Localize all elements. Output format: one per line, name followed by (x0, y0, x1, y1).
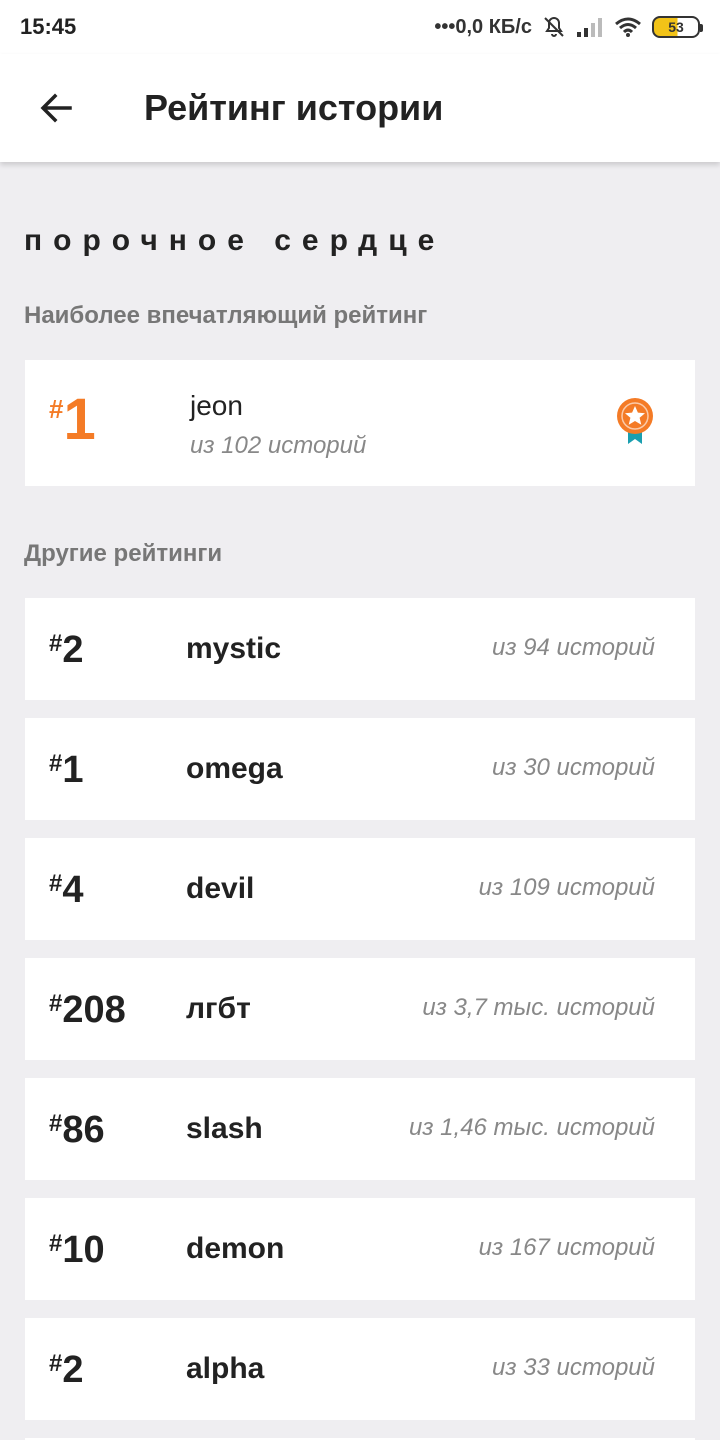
rating-tag: лгбт (186, 992, 251, 1025)
rating-tag: mystic (186, 632, 282, 665)
rank: #4 (49, 868, 84, 912)
rank: #86 (49, 1108, 105, 1152)
rating-tag: demon (186, 1232, 285, 1265)
status-time: 15:45 (20, 14, 77, 39)
rank-hash: # (49, 1230, 63, 1257)
rating-count: из 33 историй (492, 1354, 655, 1381)
top-rating-label: Наиболее впечатляющий рейтинг (24, 302, 428, 329)
signal-icon (576, 16, 604, 38)
rank: #10 (49, 1228, 105, 1272)
rank-number: 1 (63, 387, 96, 452)
rating-tag: slash (186, 1112, 263, 1145)
status-bar: 15:45 •••0,0 КБ/с 53 (0, 0, 720, 54)
rank-number: 10 (62, 1229, 105, 1271)
wifi-icon (614, 16, 642, 38)
rating-row[interactable]: #2 mystic из 94 историй (25, 598, 695, 700)
rating-row[interactable]: #4 devil из 109 историй (25, 838, 695, 940)
rank-hash: # (49, 750, 63, 777)
rating-row[interactable]: #86 slash из 1,46 тыс. историй (25, 1078, 695, 1180)
top-rank: #1 (49, 390, 96, 450)
rating-count: из 30 историй (492, 754, 655, 781)
rank-hash: # (49, 1350, 63, 1377)
rank-number: 4 (62, 869, 84, 911)
top-count: из 102 историй (190, 432, 367, 459)
rating-count: из 167 историй (478, 1234, 655, 1261)
rank-number: 86 (62, 1109, 105, 1151)
rating-row[interactable]: #208 лгбт из 3,7 тыс. историй (25, 958, 695, 1060)
top-rating-card[interactable]: #1 jeon из 102 историй (25, 360, 695, 486)
rating-count: из 94 историй (492, 634, 655, 661)
rank: #2 (49, 628, 84, 672)
rating-row[interactable]: #2 alpha из 33 историй (25, 1318, 695, 1420)
top-tag: jeon (190, 390, 243, 421)
rank-hash: # (49, 990, 63, 1017)
rating-count: из 109 историй (478, 874, 655, 901)
rank-hash: # (49, 394, 64, 424)
rank-number: 1 (62, 749, 84, 791)
medal-icon (617, 398, 653, 444)
battery-icon: 53 (652, 16, 703, 38)
rank: #2 (49, 1348, 84, 1392)
story-title: порочное сердце (24, 224, 446, 257)
rank-number: 208 (62, 989, 126, 1031)
rating-row[interactable]: #1 omega из 30 историй (25, 718, 695, 820)
page-title: Рейтинг истории (144, 87, 444, 128)
rank-hash: # (49, 870, 63, 897)
app-bar: Рейтинг истории (0, 54, 720, 162)
rating-row[interactable]: #10 demon из 167 историй (25, 1198, 695, 1300)
back-button[interactable] (24, 76, 88, 140)
rank-hash: # (49, 1110, 63, 1137)
rank-number: 2 (62, 1349, 84, 1391)
rank: #208 (49, 988, 126, 1032)
rank: #1 (49, 748, 84, 792)
rank-hash: # (49, 630, 63, 657)
rating-tag: omega (186, 752, 283, 785)
rating-count: из 1,46 тыс. историй (409, 1114, 655, 1141)
arrow-left-icon (40, 93, 72, 123)
status-icons: •••0,0 КБ/с 53 (434, 15, 703, 39)
rating-tag: alpha (186, 1352, 265, 1385)
rating-count: из 3,7 тыс. историй (422, 994, 655, 1021)
rating-tag: devil (186, 872, 255, 905)
mute-bell-icon (542, 15, 566, 39)
other-ratings-label: Другие рейтинги (24, 540, 223, 567)
network-speed: •••0,0 КБ/с (434, 15, 532, 38)
rank-number: 2 (62, 629, 84, 671)
